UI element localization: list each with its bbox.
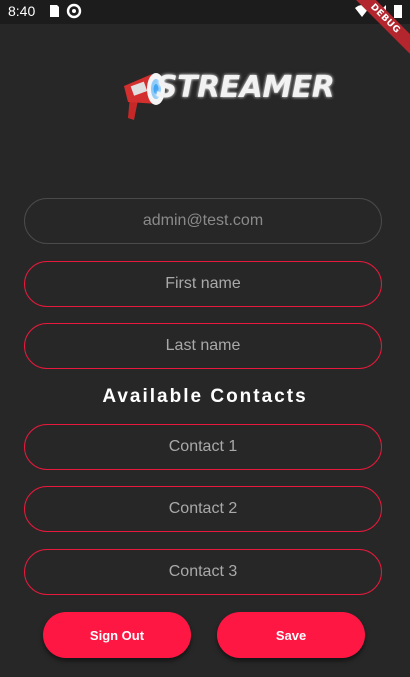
save-button[interactable]: Save [217, 612, 365, 658]
contact-2-field[interactable] [24, 486, 382, 532]
first-name-field[interactable] [24, 261, 382, 307]
sync-icon [66, 3, 82, 19]
status-time: 8:40 [8, 3, 36, 19]
contact-1-field[interactable] [24, 424, 382, 470]
status-bar: 8:40 [0, 0, 410, 24]
sd-card-icon [50, 5, 59, 17]
app-logo: STREAMER [118, 64, 335, 126]
app-screen: 8:40 DEBUG STREAMER admin@test.com First… [0, 0, 410, 677]
logo-text: STREAMER [156, 70, 335, 105]
contacts-title: Available Contacts [102, 386, 308, 407]
email-field[interactable] [24, 198, 382, 244]
contact-3-field[interactable] [24, 549, 382, 595]
sign-out-button[interactable]: Sign Out [43, 612, 191, 658]
last-name-field[interactable] [24, 323, 382, 369]
